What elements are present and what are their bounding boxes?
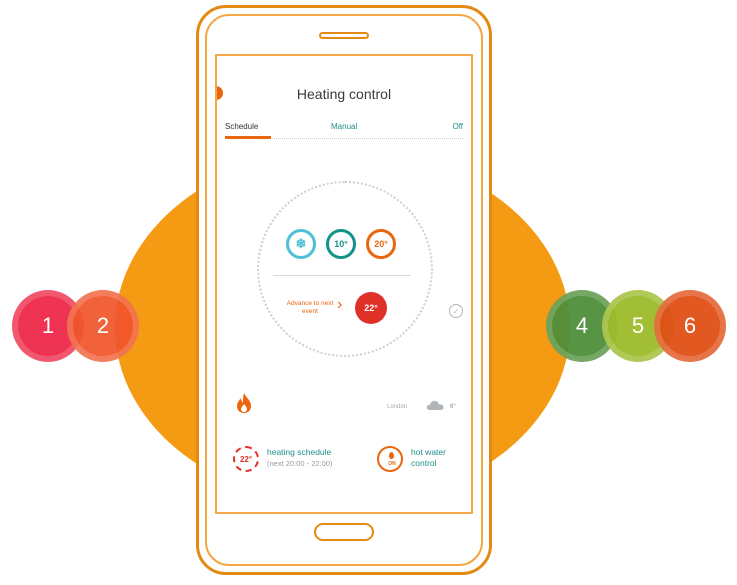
hot-water-status: ON bbox=[388, 461, 396, 467]
tab-schedule[interactable]: Schedule bbox=[225, 122, 258, 131]
preset-10-button[interactable]: 10° bbox=[326, 229, 356, 259]
hot-water-icon: ON bbox=[377, 446, 403, 472]
tab-manual[interactable]: Manual bbox=[331, 122, 357, 131]
current-temp-value: 22° bbox=[364, 303, 378, 313]
callout-2-label: 2 bbox=[96, 313, 110, 338]
preset-10-label: 10° bbox=[334, 239, 348, 249]
flame-icon bbox=[237, 393, 251, 413]
temperature-dial[interactable] bbox=[257, 181, 433, 357]
snowflake-icon: ❄ bbox=[295, 236, 307, 251]
page-title: Heating control bbox=[296, 86, 392, 102]
frost-mode-button[interactable]: ❄ bbox=[286, 229, 316, 259]
callout-5-label: 5 bbox=[631, 313, 645, 338]
water-drop-icon bbox=[389, 452, 394, 459]
tab-off[interactable]: Off bbox=[452, 122, 463, 131]
callout-1-label: 1 bbox=[41, 313, 55, 338]
phone-frame: Heating control Schedule Manual Off ❄ 10… bbox=[196, 5, 492, 575]
app-screen: Heating control Schedule Manual Off ❄ 10… bbox=[215, 54, 473, 514]
callout-4-label: 4 bbox=[575, 313, 589, 338]
cloud-icon bbox=[426, 400, 444, 410]
weather-city: London bbox=[387, 404, 408, 410]
dial-divider bbox=[273, 275, 411, 276]
schedule-title: heating schedule bbox=[267, 447, 332, 457]
chevron-right-icon[interactable]: › bbox=[337, 296, 342, 314]
check-icon[interactable]: ✓ bbox=[449, 304, 463, 318]
schedule-subtitle: (next 20:00 - 22:00) bbox=[267, 459, 333, 468]
callout-2: 2 bbox=[67, 290, 139, 362]
schedule-temp-ring: 22° bbox=[233, 446, 259, 472]
advance-label[interactable]: Advance to next event bbox=[281, 300, 339, 316]
home-button[interactable] bbox=[314, 523, 374, 541]
callout-6: 6 bbox=[654, 290, 726, 362]
preset-20-label: 20° bbox=[374, 239, 388, 249]
hot-water-title: hot water control bbox=[411, 447, 446, 468]
phone-speaker bbox=[319, 32, 369, 39]
callout-6-label: 6 bbox=[683, 313, 697, 338]
schedule-temp-value: 22° bbox=[239, 454, 253, 464]
weather-temp: 6° bbox=[450, 404, 456, 410]
preset-20-button[interactable]: 20° bbox=[366, 229, 396, 259]
active-tab-indicator bbox=[225, 136, 271, 139]
current-temp-badge[interactable]: 22° bbox=[355, 292, 387, 324]
